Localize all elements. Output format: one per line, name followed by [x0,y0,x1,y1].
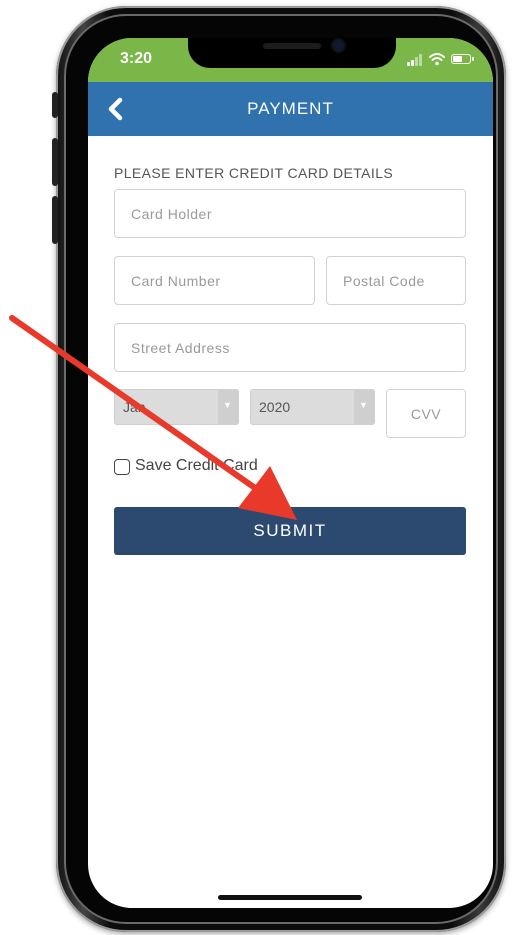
status-icons [407,52,475,66]
section-label: PLEASE ENTER CREDIT CARD DETAILS [114,165,394,181]
mute-switch [52,92,58,118]
street-address-field [114,323,466,372]
chevron-down-icon: ▼ [223,400,232,410]
front-camera [333,40,344,51]
status-bar: 3:20 [88,38,493,82]
battery-level [453,56,462,62]
cvv-input[interactable] [387,390,465,437]
card-number-input[interactable] [115,257,314,304]
expiry-month-select[interactable]: Jan ▼ [114,389,239,425]
postal-code-input[interactable] [327,257,465,304]
card-holder-input[interactable] [115,190,465,237]
card-holder-field [114,189,466,238]
phone-screen: 3:20 PAYMENT PLEASE ENTER CREDIT CARD DE… [88,38,493,908]
speaker-grille [263,43,321,49]
expiry-month-value: Jan [123,399,146,415]
chevron-down-icon: ▼ [359,400,368,410]
submit-button[interactable]: SUBMIT [114,507,466,555]
volume-up-button [52,138,58,186]
battery-icon [451,54,474,64]
status-time: 3:20 [120,50,153,67]
cvv-field [386,389,466,438]
page-title: PAYMENT [247,99,334,118]
save-card-label: Save Credit Card [135,457,258,474]
save-card-checkbox[interactable] [114,459,130,475]
cellular-signal-icon [407,54,423,66]
volume-down-button [52,196,58,244]
expiry-month-dropdown[interactable]: ▼ [218,390,238,424]
card-number-field [114,256,315,305]
expiry-year-dropdown[interactable]: ▼ [354,390,374,424]
wifi-icon [429,53,445,66]
notch [188,38,396,68]
expiry-year-select[interactable]: 2020 ▼ [250,389,375,425]
home-indicator [218,895,362,900]
postal-code-field [326,256,466,305]
street-address-input[interactable] [115,324,465,371]
expiry-year-value: 2020 [259,399,291,415]
app-header: PAYMENT [88,82,493,136]
